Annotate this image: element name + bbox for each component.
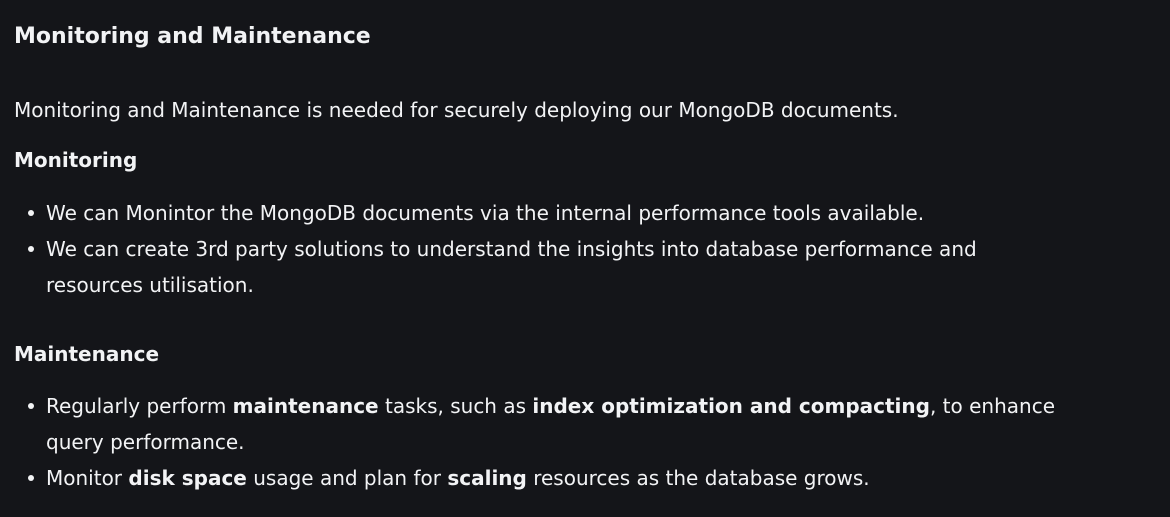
intro-paragraph: Monitoring and Maintenance is needed for… [14, 98, 899, 122]
scaling-keyword: scaling [447, 466, 527, 490]
section-title: Monitoring and Maintenance [14, 24, 371, 49]
disk-space-keyword: disk space [128, 466, 247, 490]
monitoring-list: We can Monintor the MongoDB documents vi… [14, 195, 1074, 303]
maintenance-item-regular-tasks: Regularly perform maintenance tasks, suc… [14, 388, 1074, 460]
document-page: Monitoring and Maintenance Monitoring an… [0, 0, 1170, 517]
maintenance-heading: Maintenance [14, 342, 160, 366]
index-optimization-keyword: index optimization and compacting [532, 394, 930, 418]
maintenance-item-1-text-part-2: usage and plan for [246, 466, 448, 490]
maintenance-item-1-text-part-1: Monitor [46, 466, 129, 490]
maintenance-keyword: maintenance [232, 394, 379, 418]
monitoring-item-internal-tools: We can Monintor the MongoDB documents vi… [14, 195, 1074, 231]
maintenance-item-0-text-part-1: Regularly perform [46, 394, 233, 418]
maintenance-item-1-text-part-3: resources as the database grows. [526, 466, 870, 490]
monitoring-heading: Monitoring [14, 148, 138, 172]
monitoring-item-third-party: We can create 3rd party solutions to und… [14, 231, 1074, 303]
maintenance-item-disk-space: Monitor disk space usage and plan for sc… [14, 460, 1074, 496]
maintenance-list: Regularly perform maintenance tasks, suc… [14, 388, 1074, 496]
maintenance-item-0-text-part-2: tasks, such as [378, 394, 533, 418]
